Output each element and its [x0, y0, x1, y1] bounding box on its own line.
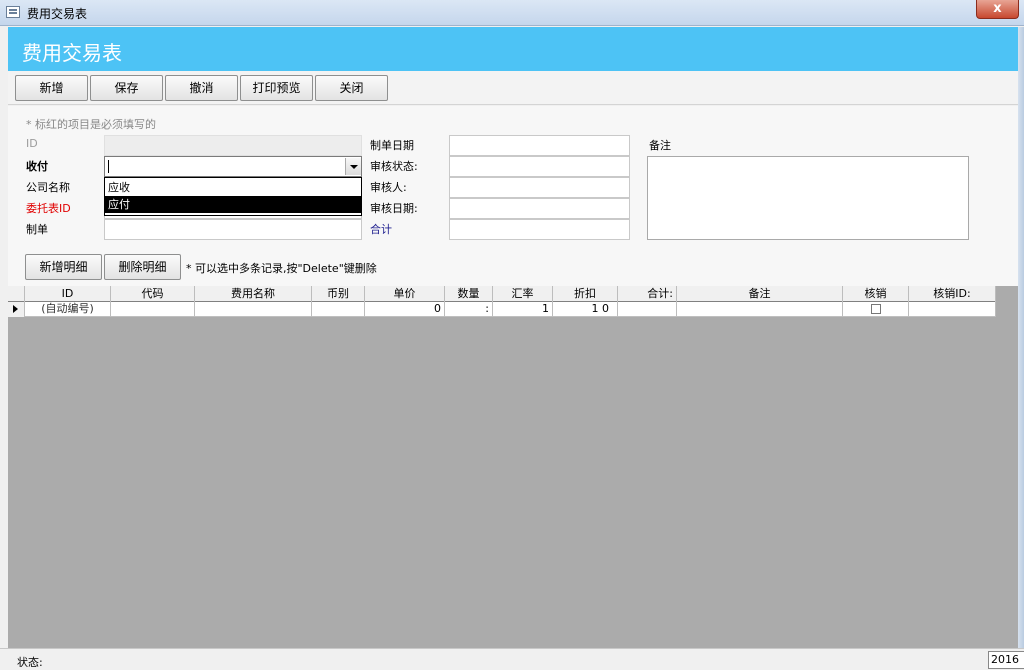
audit-date-field[interactable]	[449, 198, 630, 219]
cell-code[interactable]	[111, 302, 195, 317]
col-currency[interactable]: 币别	[312, 286, 365, 302]
close-button[interactable]: 关闭	[315, 75, 388, 101]
chevron-down-icon	[350, 165, 358, 169]
label-zhidan: 制单	[26, 223, 48, 236]
grid-corner	[8, 286, 25, 302]
label-company: 公司名称	[26, 181, 70, 194]
zhidan-field[interactable]	[104, 219, 362, 240]
total-field	[449, 219, 630, 240]
dropdown-option-ying-fu[interactable]: 应付	[105, 196, 362, 213]
detail-grid: ID 代码 费用名称 币别 单价 数量 汇率 折扣 合计: 备注 核销 核销ID…	[8, 286, 1018, 648]
col-writeoff[interactable]: 核销	[843, 286, 909, 302]
col-id[interactable]: ID	[25, 286, 111, 302]
print-preview-button[interactable]: 打印预览	[240, 75, 313, 101]
col-quantity[interactable]: 数量	[445, 286, 493, 302]
window-title: 费用交易表	[27, 7, 88, 21]
cell-id[interactable]: (自动编号)	[25, 302, 111, 317]
cell-total[interactable]	[618, 302, 677, 317]
cell-discount[interactable]: 1 0	[553, 302, 618, 317]
current-record-icon	[13, 305, 18, 313]
col-discount[interactable]: 折扣	[553, 286, 618, 302]
auditor-field[interactable]	[449, 177, 630, 198]
label-shou-fu: 收付	[26, 160, 48, 173]
add-detail-button[interactable]: 新增明细	[25, 254, 102, 280]
save-button[interactable]: 保存	[90, 75, 163, 101]
label-audit-date: 审核日期:	[370, 202, 418, 215]
cell-currency[interactable]	[312, 302, 365, 317]
taskbar-clock: 2016	[988, 651, 1024, 669]
cell-unit-price[interactable]: 0	[365, 302, 445, 317]
label-weituo-id: 委托表ID	[26, 202, 71, 215]
col-writeoff-id[interactable]: 核销ID:	[909, 286, 996, 302]
col-unit-price[interactable]: 单价	[365, 286, 445, 302]
undo-button[interactable]: 撤消	[165, 75, 238, 101]
col-remark[interactable]: 备注	[677, 286, 843, 302]
col-exchange-rate[interactable]: 汇率	[493, 286, 553, 302]
col-code[interactable]: 代码	[111, 286, 195, 302]
detail-hint: * 可以选中多条记录,按"Delete"键删除	[186, 262, 377, 275]
remark-textarea[interactable]	[647, 156, 969, 240]
table-row[interactable]: (自动编号) 0 : 1 1 0	[8, 302, 996, 317]
cell-exchange-rate[interactable]: 1	[493, 302, 553, 317]
label-audit-status: 审核状态:	[370, 160, 418, 173]
add-button[interactable]: 新增	[15, 75, 88, 101]
status-label: 状态:	[17, 656, 43, 669]
cell-remark[interactable]	[677, 302, 843, 317]
writeoff-checkbox[interactable]	[871, 304, 881, 314]
zhidan-date-field[interactable]	[449, 135, 630, 156]
window-border	[1018, 27, 1024, 648]
toolbar: 新增 保存 撤消 打印预览 关闭	[8, 71, 1018, 105]
cell-writeoff-id[interactable]	[909, 302, 996, 317]
status-bar: 状态: 2016	[0, 648, 1024, 670]
form-title: 费用交易表	[22, 41, 122, 65]
id-field	[104, 135, 362, 156]
text-cursor	[108, 160, 109, 173]
label-auditor: 审核人:	[370, 181, 407, 194]
cell-fee-name[interactable]	[195, 302, 312, 317]
cell-quantity[interactable]: :	[445, 302, 493, 317]
label-id: ID	[26, 137, 38, 150]
shou-fu-combo[interactable]	[104, 156, 362, 177]
window-titlebar: 费用交易表 x	[0, 0, 1024, 26]
form-header: 费用交易表	[8, 27, 1018, 71]
window-close-button[interactable]: x	[976, 0, 1019, 19]
dropdown-arrow-button[interactable]	[345, 158, 361, 175]
grid-header-row: ID 代码 费用名称 币别 单价 数量 汇率 折扣 合计: 备注 核销 核销ID…	[8, 286, 996, 302]
delete-detail-button[interactable]: 删除明细	[104, 254, 181, 280]
shou-fu-dropdown-list: 应收 应付	[104, 177, 362, 216]
cell-writeoff[interactable]	[843, 302, 909, 317]
label-remark: 备注	[649, 139, 671, 152]
form-window-icon	[6, 6, 20, 18]
label-zhidan-date: 制单日期	[370, 139, 414, 152]
audit-status-field[interactable]	[449, 156, 630, 177]
col-fee-name[interactable]: 费用名称	[195, 286, 312, 302]
form-body: * 标红的项目是必须填写的 ID 收付 公司名称 委托表ID 制单 应收 应付 …	[8, 106, 1018, 286]
required-hint: * 标红的项目是必须填写的	[26, 118, 156, 131]
dropdown-option-ying-shou[interactable]: 应收	[105, 179, 362, 196]
col-total[interactable]: 合计:	[618, 286, 677, 302]
label-total: 合计	[370, 223, 392, 236]
record-selector[interactable]	[8, 302, 25, 317]
